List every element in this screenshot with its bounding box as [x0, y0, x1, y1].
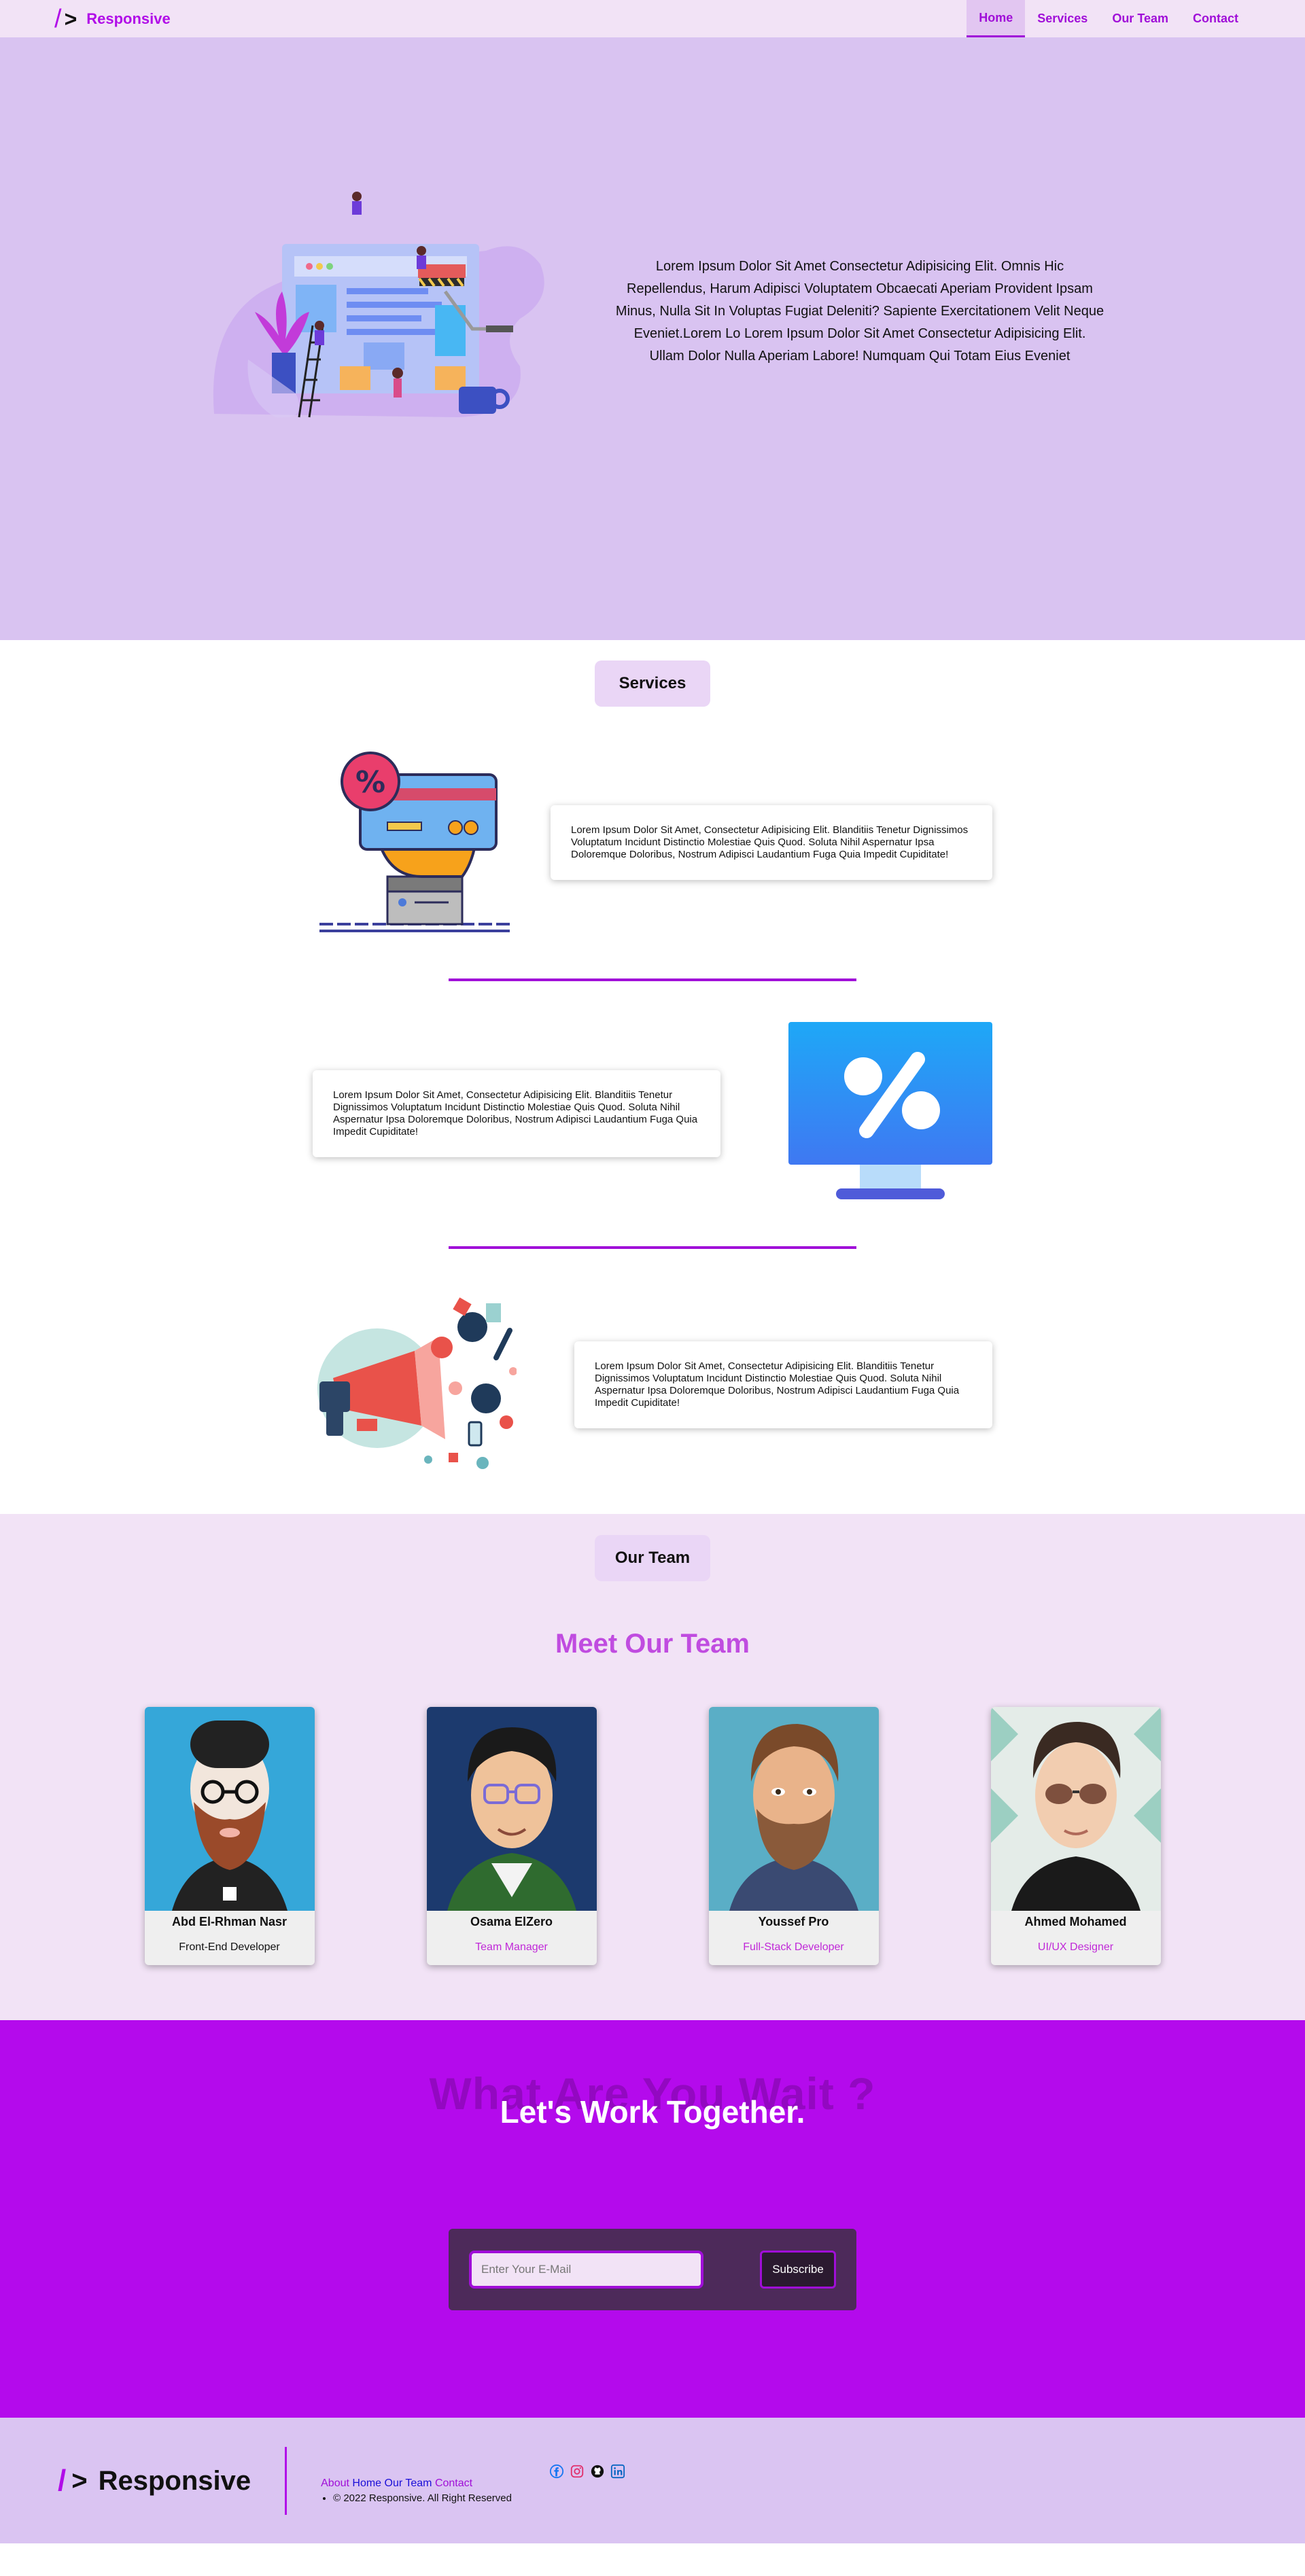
- website-building-illustration: [213, 191, 544, 418]
- subscribe-form: Subscribe: [449, 2229, 856, 2310]
- avatar: [708, 1707, 879, 1911]
- site-logo[interactable]: / > Responsive: [54, 6, 171, 32]
- hero-text: Lorem Ipsum Dolor Sit Amet Consectetur A…: [615, 259, 1104, 364]
- footer-link-our-team[interactable]: Our Team: [385, 2477, 432, 2489]
- nav-our-team[interactable]: Our Team: [1100, 0, 1181, 37]
- site-header: / > Responsive Home Services Our Team Co…: [0, 0, 1305, 37]
- service-row-1: % Lorem Ipsum Dolor Sit Amet, Consectetu…: [313, 747, 992, 938]
- site-footer: / > Responsive About Home Our Team Conta…: [0, 2418, 1305, 2543]
- cta-title: Let's Work Together.: [500, 2094, 805, 2130]
- nav-services[interactable]: Services: [1025, 0, 1100, 37]
- section-divider: [449, 1246, 856, 1249]
- logo-slash: /: [54, 4, 62, 33]
- hero-section: Lorem Ipsum Dolor Sit Amet Consectetur A…: [0, 37, 1305, 640]
- services-section: Services % Lorem Ipsum Dolor Sit Amet, C…: [0, 660, 1305, 1514]
- team-section: Our Team Meet Our Team Abd El-Rhman Nasr…: [0, 1514, 1305, 2020]
- team-title: Our Team: [595, 1535, 710, 1581]
- member-card: Ahmed Mohamed UI/UX Designer: [990, 1707, 1161, 1965]
- hero-illustration: [201, 190, 581, 434]
- footer-link-home[interactable]: Home: [352, 2477, 381, 2489]
- email-input[interactable]: [469, 2251, 703, 2289]
- logo-text: Responsive: [86, 10, 171, 27]
- services-title: Services: [595, 660, 710, 707]
- percent-monitor-icon: [788, 1022, 992, 1199]
- nav-contact[interactable]: Contact: [1181, 0, 1251, 37]
- team-grid: Abd El-Rhman Nasr Front-End Developer Os…: [0, 1707, 1305, 1965]
- service-row-2: Lorem Ipsum Dolor Sit Amet, Consectetur …: [313, 1022, 992, 1205]
- member-name: Abd El-Rhman Nasr: [171, 1915, 288, 1928]
- subscribe-button[interactable]: Subscribe: [760, 2251, 836, 2289]
- megaphone-icon: [317, 1297, 517, 1469]
- cta-section: What Are You Wait ? Let's Work Together.…: [0, 2020, 1305, 2418]
- facebook-icon[interactable]: [549, 2464, 564, 2479]
- nav-home[interactable]: Home: [967, 0, 1026, 37]
- service-card-3: Lorem Ipsum Dolor Sit Amet, Consectetur …: [574, 1341, 992, 1428]
- logo-gt: >: [64, 6, 77, 31]
- team-heading: Meet Our Team: [555, 1629, 750, 1659]
- footer-link-about[interactable]: About: [321, 2477, 349, 2489]
- main-nav: Home Services Our Team Contact: [967, 0, 1251, 37]
- footer-logo-gt: >: [71, 2465, 88, 2496]
- footer-logo[interactable]: / > Responsive: [58, 2463, 251, 2497]
- avatar: [990, 1707, 1161, 1911]
- footer-link-contact[interactable]: Contact: [435, 2477, 472, 2489]
- member-card: Abd El-Rhman Nasr Front-End Developer: [144, 1707, 315, 1965]
- member-card: Youssef Pro Full-Stack Developer: [708, 1707, 879, 1965]
- service-row-3: Lorem Ipsum Dolor Sit Amet, Consectetur …: [313, 1290, 992, 1480]
- member-role: Full-Stack Developer: [743, 1941, 844, 1953]
- service-card-2: Lorem Ipsum Dolor Sit Amet, Consectetur …: [313, 1070, 720, 1157]
- footer-copyright-list: © 2022 Responsive. All Right Reserved: [333, 2492, 512, 2504]
- member-card: Osama ElZero Team Manager: [426, 1707, 597, 1965]
- social-icons: [549, 2464, 625, 2479]
- instagram-icon[interactable]: [570, 2464, 585, 2479]
- member-role: Team Manager: [475, 1941, 548, 1953]
- member-name: Osama ElZero: [470, 1915, 553, 1928]
- service-card-1: Lorem Ipsum Dolor Sit Amet, Consectetur …: [551, 805, 992, 880]
- avatar: [144, 1707, 315, 1911]
- footer-separator: [285, 2446, 288, 2515]
- footer-links: About Home Our Team Contact: [321, 2477, 512, 2490]
- member-name: Youssef Pro: [758, 1915, 829, 1928]
- monitor-illustration: [788, 1022, 992, 1205]
- avatar: [426, 1707, 597, 1911]
- marketing-illustration: [313, 1290, 517, 1480]
- member-role: UI/UX Designer: [1037, 1941, 1114, 1953]
- section-divider: [449, 978, 856, 981]
- footer-links-block: About Home Our Team Contact © 2022 Respo…: [321, 2457, 512, 2504]
- footer-logo-slash: /: [58, 2463, 67, 2497]
- svg-text:%: %: [355, 765, 385, 800]
- payment-illustration: %: [313, 747, 517, 938]
- credit-card-icon: %: [319, 752, 510, 932]
- linkedin-icon[interactable]: [610, 2464, 625, 2479]
- github-icon[interactable]: [590, 2464, 605, 2479]
- footer-logo-text: Responsive: [98, 2465, 251, 2496]
- member-role: Front-End Developer: [179, 1941, 280, 1953]
- member-name: Ahmed Mohamed: [1024, 1915, 1127, 1928]
- copyright-text: © 2022 Responsive. All Right Reserved: [333, 2492, 512, 2504]
